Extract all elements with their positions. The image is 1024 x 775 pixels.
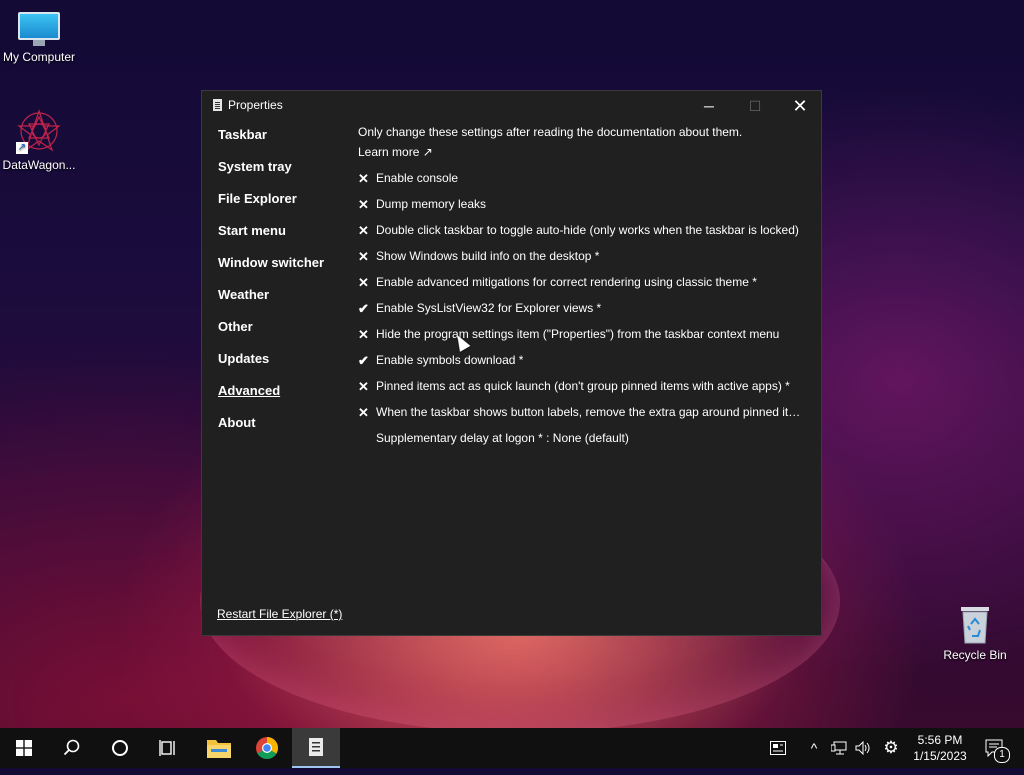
volume-icon (855, 740, 870, 756)
properties-app-icon (309, 738, 323, 756)
chrome-icon (256, 737, 278, 759)
nav-item-start-menu[interactable]: Start menu (218, 223, 286, 238)
unchecked-x-icon: ✕ (358, 249, 369, 264)
option-label: Enable SysListView32 for Explorer views … (376, 301, 602, 315)
clock-time: 5:56 PM (917, 733, 963, 747)
news-icon (770, 741, 786, 755)
checkmark-icon: ✔ (358, 301, 369, 316)
option-label: Dump memory leaks (376, 197, 487, 211)
unchecked-x-icon: ✕ (358, 327, 369, 342)
unchecked-x-icon: ✕ (358, 405, 369, 420)
volume-button[interactable] (852, 728, 874, 768)
close-button[interactable]: ✕ (777, 91, 823, 121)
gear-icon: ⚙ (883, 738, 899, 757)
option-label: When the taskbar shows button labels, re… (376, 405, 802, 419)
nav-item-system-tray[interactable]: System tray (218, 159, 292, 174)
desktop-icon-label: DataWagon... (2, 158, 76, 172)
option-label: Pinned items act as quick launch (don't … (376, 379, 790, 393)
learn-more-link[interactable]: Learn more ↗ (358, 145, 433, 159)
shortcut-arrow-icon: ↗ (16, 142, 28, 154)
minimize-button[interactable]: ─ (686, 91, 732, 121)
nav-item-about[interactable]: About (218, 415, 256, 430)
task-view-button[interactable] (144, 728, 192, 768)
notification-count-badge: 1 (994, 747, 1010, 763)
desktop-icon-my-computer[interactable]: My Computer (1, 12, 77, 64)
chevron-up-icon: ^ (810, 740, 818, 756)
nav-item-weather[interactable]: Weather (218, 287, 269, 302)
desktop-icon-datawagon[interactable]: ↗ DataWagon... (1, 108, 77, 172)
restart-file-explorer-link[interactable]: Restart File Explorer (*) (217, 607, 342, 621)
option-logon-delay[interactable]: Supplementary delay at logon * : None (d… (358, 431, 629, 447)
option-label: Enable advanced mitigations for correct … (376, 275, 757, 289)
nav-item-advanced[interactable]: Advanced (218, 383, 280, 398)
option-double-click-autohide[interactable]: ✕ Double click taskbar to toggle auto-hid… (358, 223, 799, 239)
taskbar-file-explorer[interactable] (195, 728, 243, 768)
monitor-icon (18, 12, 60, 46)
taskbar: ^ ⚙ 5:56 PM 1/15/2023 1 (0, 728, 1024, 768)
option-dump-memory-leaks[interactable]: ✕ Dump memory leaks (358, 197, 486, 213)
network-button[interactable] (828, 728, 850, 768)
recycle-bin-icon (958, 604, 992, 644)
datawagon-logo-icon: ↗ (16, 108, 62, 154)
option-symbols-download[interactable]: ✔ Enable symbols download * (358, 353, 523, 369)
option-enable-console[interactable]: ✕ Enable console (358, 171, 458, 187)
option-label: Hide the program settings item ("Propert… (376, 327, 780, 341)
unchecked-x-icon: ✕ (358, 171, 369, 186)
start-button[interactable] (0, 728, 48, 768)
option-label: Enable console (376, 171, 459, 185)
option-remove-extra-gap[interactable]: ✕ When the taskbar shows button labels, r… (358, 405, 802, 421)
desktop-icon-label: Recycle Bin (943, 648, 1007, 662)
option-label: Show Windows build info on the desktop * (376, 249, 600, 263)
title-bar[interactable]: Properties ─ ☐ ✕ (202, 91, 821, 121)
clock-date: 1/15/2023 (913, 749, 967, 763)
option-label: Double click taskbar to toggle auto-hide… (376, 223, 799, 237)
taskbar-chrome[interactable] (243, 728, 291, 768)
search-button[interactable] (48, 728, 96, 768)
cortana-circle-icon (112, 740, 128, 756)
nav-item-taskbar[interactable]: Taskbar (218, 127, 267, 142)
file-explorer-icon (207, 740, 231, 758)
nav-item-window-switcher[interactable]: Window switcher (218, 255, 324, 270)
unchecked-x-icon: ✕ (358, 197, 369, 212)
option-label: Enable symbols download * (376, 353, 524, 367)
settings-tray-button[interactable]: ⚙ (878, 728, 904, 768)
properties-window: Properties ─ ☐ ✕ Taskbar System tray Fil… (201, 90, 822, 636)
news-widget-button[interactable] (764, 728, 792, 768)
cortana-button[interactable] (96, 728, 144, 768)
windows-start-icon (16, 740, 32, 756)
option-advanced-mitigations[interactable]: ✕ Enable advanced mitigations for correct… (358, 275, 757, 291)
search-icon (63, 739, 80, 756)
nav-item-other[interactable]: Other (218, 319, 253, 334)
option-hide-properties-item[interactable]: ✕ Hide the program settings item ("Proper… (358, 327, 779, 343)
network-icon (830, 741, 847, 755)
checkmark-icon: ✔ (358, 353, 369, 368)
task-view-icon (159, 740, 175, 756)
window-title: Properties (228, 98, 283, 112)
intro-text: Only change these settings after reading… (358, 125, 743, 139)
option-syslistview32[interactable]: ✔ Enable SysListView32 for Explorer views… (358, 301, 601, 317)
option-show-build-info[interactable]: ✕ Show Windows build info on the desktop … (358, 249, 599, 265)
nav-item-updates[interactable]: Updates (218, 351, 269, 366)
properties-app-icon (213, 99, 222, 111)
option-pinned-quick-launch[interactable]: ✕ Pinned items act as quick launch (don't… (358, 379, 790, 395)
nav-item-file-explorer[interactable]: File Explorer (218, 191, 297, 206)
unchecked-x-icon: ✕ (358, 379, 369, 394)
unchecked-x-icon: ✕ (358, 223, 369, 238)
option-label: Supplementary delay at logon * : None (d… (376, 431, 629, 445)
tray-overflow-button[interactable]: ^ (804, 728, 824, 768)
maximize-button[interactable]: ☐ (732, 91, 778, 121)
notification-center-button[interactable]: 1 (978, 728, 1012, 768)
desktop-icon-label: My Computer (2, 50, 76, 64)
taskbar-clock[interactable]: 5:56 PM 1/15/2023 (906, 732, 974, 764)
taskbar-properties-app[interactable] (292, 728, 340, 768)
unchecked-x-icon: ✕ (358, 275, 369, 290)
desktop-icon-recycle-bin[interactable]: Recycle Bin (937, 604, 1013, 662)
